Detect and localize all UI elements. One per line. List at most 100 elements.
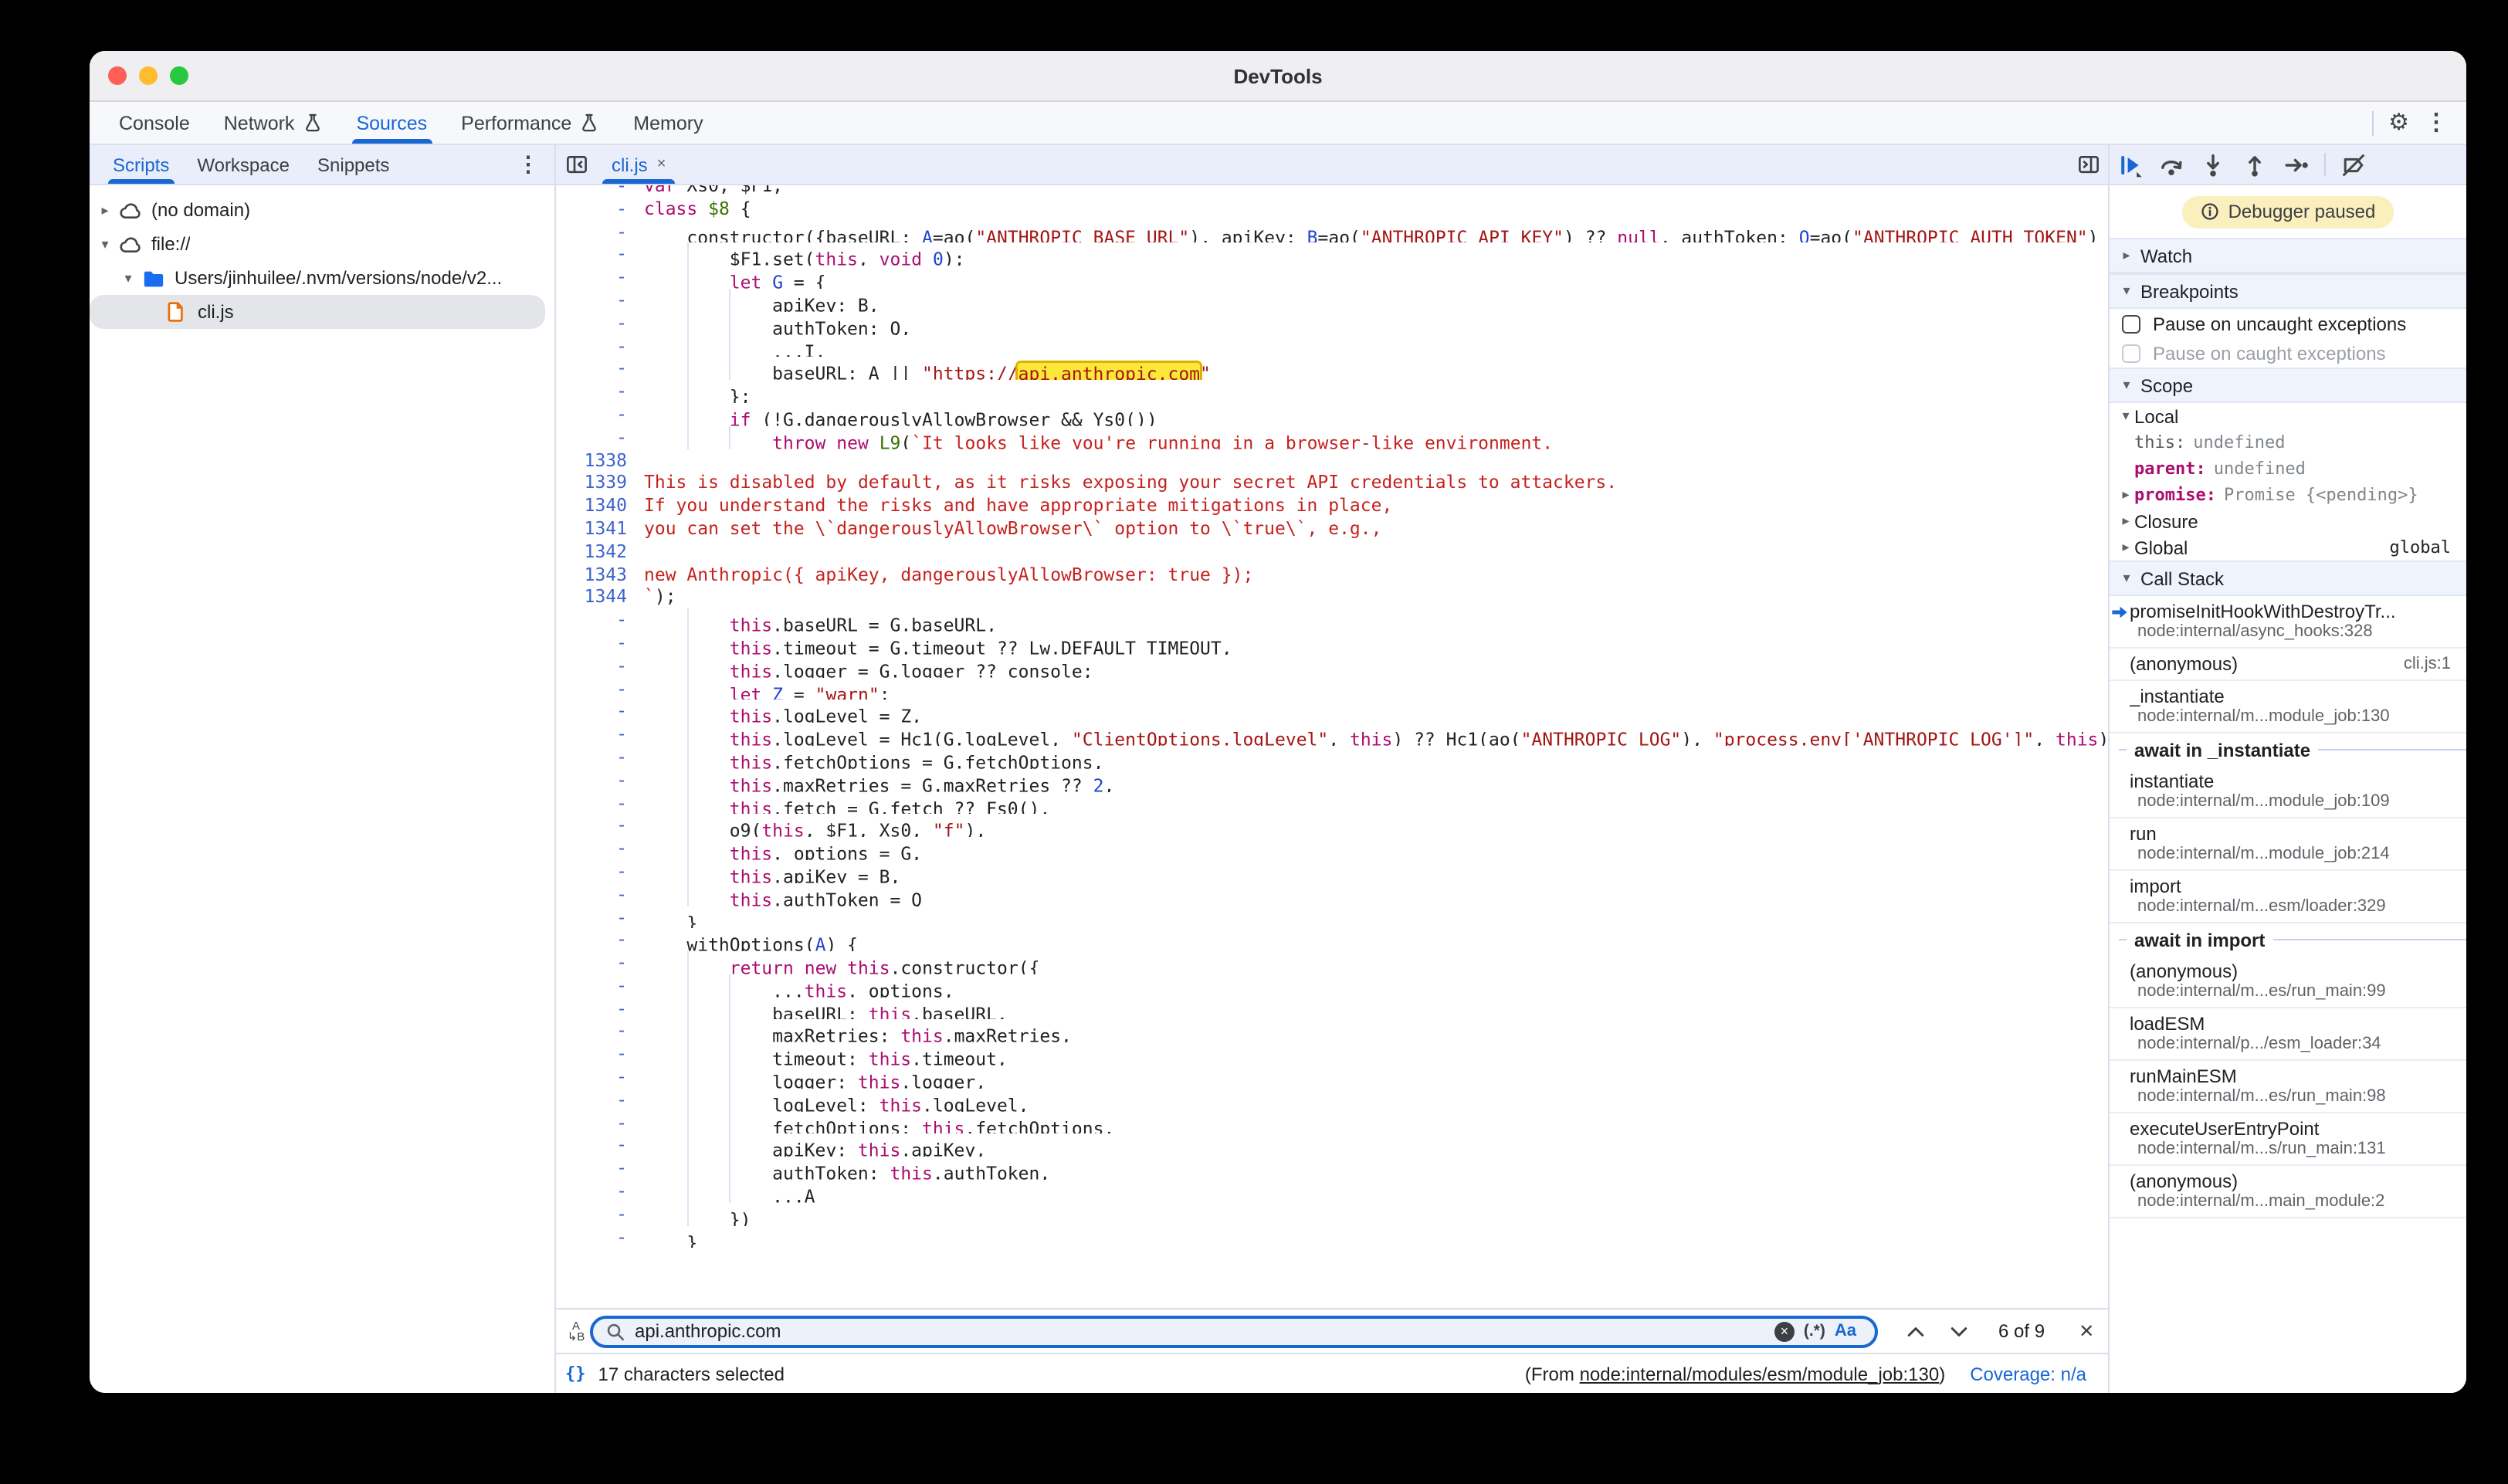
breakpoint-option[interactable]: Pause on uncaught exceptions xyxy=(2110,309,2466,338)
tab-console[interactable]: Console xyxy=(102,102,207,144)
code-line[interactable]: -class $8 { xyxy=(556,198,2108,221)
code-line[interactable]: -authToken: this.authToken, xyxy=(556,1157,2108,1181)
zoom-window-button[interactable] xyxy=(170,66,188,85)
code-line[interactable]: -...I, xyxy=(556,334,2108,357)
line-gutter[interactable]: - xyxy=(556,1043,644,1066)
code-line[interactable]: -this.logLevel = Hc1(G.logLevel, "Client… xyxy=(556,723,2108,746)
line-gutter[interactable]: - xyxy=(556,426,644,449)
code-line[interactable]: -baseURL: A || "https://api.anthropic.co… xyxy=(556,357,2108,381)
coverage-link[interactable]: Coverage: n/a xyxy=(1970,1363,2086,1384)
callstack-section-header[interactable]: ▾ Call Stack xyxy=(2110,561,2466,596)
navigator-tab-snippets[interactable]: Snippets xyxy=(303,145,403,184)
code-line[interactable]: -this.timeout = G.timeout ?? Lw.DEFAULT_… xyxy=(556,632,2108,655)
navigator-tab-workspace[interactable]: Workspace xyxy=(183,145,303,184)
code-line[interactable]: -this.apiKey = B, xyxy=(556,860,2108,883)
line-gutter[interactable]: 1341 xyxy=(556,517,644,540)
code-line[interactable]: 1342 xyxy=(556,540,2108,564)
line-gutter[interactable]: 1340 xyxy=(556,494,644,517)
code-line[interactable]: -this.fetch = G.fetch ?? Fs0(), xyxy=(556,791,2108,815)
callstack-frame[interactable]: importnode:internal/m...esm/loader:329 xyxy=(2110,871,2466,923)
find-next-icon[interactable] xyxy=(1943,1316,1974,1347)
code-line[interactable]: -} xyxy=(556,1225,2108,1249)
breakpoint-option[interactable]: Pause on caught exceptions xyxy=(2110,338,2466,368)
breakpoints-section-header[interactable]: ▾ Breakpoints xyxy=(2110,273,2466,309)
line-gutter[interactable]: 1344 xyxy=(556,586,644,609)
line-gutter[interactable]: - xyxy=(556,723,644,746)
step-into-icon[interactable] xyxy=(2201,152,2225,177)
code-line[interactable]: -o9(this, $F1, Xs0, "f"), xyxy=(556,815,2108,838)
code-line[interactable]: -constructor({baseURL: A=ao("ANTHROPIC_B… xyxy=(556,220,2108,243)
code-line[interactable]: -if (!G.dangerouslyAllowBrowser && Ys0()… xyxy=(556,403,2108,426)
toggle-navigator-icon[interactable] xyxy=(556,145,596,184)
tree-item-users-jinhuilee-nvm-versions-node-v2-[interactable]: ▾Users/jinhuilee/.nvm/versions/node/v2..… xyxy=(90,261,554,295)
close-window-button[interactable] xyxy=(108,66,127,85)
line-gutter[interactable]: - xyxy=(556,357,644,381)
callstack-frame[interactable]: (anonymous)cli.js:1 xyxy=(2110,649,2466,681)
code-line[interactable]: -}; xyxy=(556,380,2108,403)
chevron-down-icon[interactable]: ▾ xyxy=(2117,408,2134,425)
line-gutter[interactable]: - xyxy=(556,1180,644,1203)
tab-sources[interactable]: Sources xyxy=(339,102,444,144)
code-line[interactable]: 1340If you understand the risks and have… xyxy=(556,494,2108,517)
mapped-from-link[interactable]: node:internal/modules/esm/module_job:130 xyxy=(1580,1363,1940,1384)
chevron-right-icon[interactable]: ▸ xyxy=(2117,513,2134,530)
callstack-frame[interactable]: runMainESMnode:internal/m...es/run_main:… xyxy=(2110,1061,2466,1113)
line-gutter[interactable]: - xyxy=(556,403,644,426)
code-line[interactable]: -logger: this.logger, xyxy=(556,1066,2108,1089)
match-case-toggle[interactable]: Aa xyxy=(1835,1322,1856,1340)
code-line[interactable]: -this.authToken = Q xyxy=(556,883,2108,906)
line-gutter[interactable]: - xyxy=(556,632,644,655)
checkbox[interactable] xyxy=(2122,314,2140,333)
code-line[interactable]: 1343new Anthropic({ apiKey, dangerouslyA… xyxy=(556,563,2108,586)
chevron-down-icon[interactable]: ▾ xyxy=(119,269,137,286)
code-line[interactable]: -let Z = "warn"; xyxy=(556,677,2108,700)
callstack-frame[interactable]: loadESMnode:internal/p.../esm_loader:34 xyxy=(2110,1008,2466,1061)
editor-tab-cli-js[interactable]: cli.js × xyxy=(596,145,681,184)
step-icon[interactable] xyxy=(2284,152,2309,177)
code-line[interactable]: -fetchOptions: this.fetchOptions, xyxy=(556,1111,2108,1134)
code-line[interactable]: 1344`); xyxy=(556,586,2108,609)
scope-variable[interactable]: ▸promise:Promise {<pending>} xyxy=(2110,482,2466,508)
line-gutter[interactable]: - xyxy=(556,1225,644,1249)
scope-variable[interactable]: this:undefined xyxy=(2110,429,2466,456)
step-over-icon[interactable] xyxy=(2159,152,2184,177)
pretty-print-icon[interactable]: {} xyxy=(565,1364,586,1384)
callstack-frame[interactable]: _instantiatenode:internal/m...module_job… xyxy=(2110,681,2466,734)
line-gutter[interactable]: - xyxy=(556,768,644,791)
line-gutter[interactable]: - xyxy=(556,906,644,929)
code-line[interactable]: -logLevel: this.logLevel, xyxy=(556,1089,2108,1112)
chevron-right-icon[interactable]: ▸ xyxy=(2117,486,2134,503)
line-gutter[interactable]: - xyxy=(556,220,644,243)
code-line[interactable]: -this.baseURL = G.baseURL, xyxy=(556,608,2108,632)
code-line[interactable]: -this.logLevel = Z, xyxy=(556,700,2108,723)
code-line[interactable]: -maxRetries: this.maxRetries, xyxy=(556,1020,2108,1043)
line-gutter[interactable]: - xyxy=(556,791,644,815)
line-gutter[interactable]: - xyxy=(556,1020,644,1043)
code-line[interactable]: -let G = { xyxy=(556,266,2108,289)
watch-section-header[interactable]: ▸ Watch xyxy=(2110,238,2466,273)
code-line[interactable]: -apiKey: this.apiKey, xyxy=(556,1134,2108,1157)
scope-group-local[interactable]: ▾Local xyxy=(2110,403,2466,429)
code-line[interactable]: 1338 xyxy=(556,449,2108,472)
callstack-frame[interactable]: (anonymous)node:internal/m...main_module… xyxy=(2110,1166,2466,1218)
line-gutter[interactable]: - xyxy=(556,312,644,335)
line-gutter[interactable]: - xyxy=(556,334,644,357)
code-line[interactable]: -var Xs0, $F1; xyxy=(556,185,2108,198)
find-query-text[interactable]: api.anthropic.com xyxy=(635,1320,1765,1342)
line-gutter[interactable]: - xyxy=(556,608,644,632)
code-line[interactable]: -this.logger = G.logger ?? console; xyxy=(556,654,2108,677)
code-viewport[interactable]: -var Xs0, $F1;-class $8 {-constructor({b… xyxy=(556,185,2108,1308)
line-gutter[interactable]: - xyxy=(556,1157,644,1181)
code-line[interactable]: -...A xyxy=(556,1180,2108,1203)
settings-gear-icon[interactable]: ⚙ xyxy=(2388,111,2409,134)
code-line[interactable]: -withOptions(A) { xyxy=(556,929,2108,952)
line-gutter[interactable]: - xyxy=(556,185,644,198)
line-gutter[interactable]: - xyxy=(556,951,644,974)
line-gutter[interactable]: 1342 xyxy=(556,540,644,564)
regex-toggle[interactable]: (.*) xyxy=(1804,1322,1825,1340)
navigator-more-kebab-icon[interactable]: ⋮ xyxy=(502,145,554,184)
line-gutter[interactable]: - xyxy=(556,746,644,769)
code-line[interactable]: -throw new L9(`It looks like you're runn… xyxy=(556,426,2108,449)
code-line[interactable]: 1339This is disabled by default, as it r… xyxy=(556,472,2108,495)
line-gutter[interactable]: - xyxy=(556,1089,644,1112)
